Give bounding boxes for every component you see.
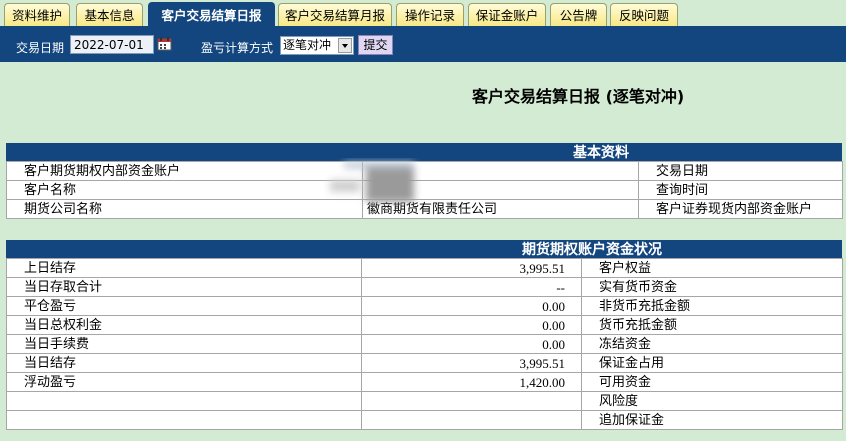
tab-monthly-settlement[interactable]: 客户交易结算月报 bbox=[278, 3, 392, 28]
row-value bbox=[362, 180, 639, 200]
row-value: 0.00 bbox=[361, 315, 582, 335]
row-label: 浮动盈亏 bbox=[6, 372, 362, 392]
funds-table: 上日结存 3,995.51 客户权益 当日存取合计 -- 实有货币资金 平仓盈亏 0.00 非货… bbox=[6, 258, 843, 430]
row-value bbox=[361, 391, 582, 411]
row-label: 当日结存 bbox=[6, 353, 362, 373]
row-label: 风险度 bbox=[581, 391, 843, 411]
table-row: 当日存取合计 -- 实有货币资金 bbox=[6, 277, 843, 297]
submit-button[interactable]: 提交 bbox=[358, 35, 393, 55]
row-value bbox=[361, 410, 582, 430]
tab-feedback[interactable]: 反映问题 bbox=[610, 3, 678, 28]
tab-daily-settlement[interactable]: 客户交易结算日报 bbox=[148, 2, 275, 29]
row-label: 客户期货期权内部资金账户 bbox=[6, 161, 363, 181]
basic-info-header: 基本资料 bbox=[6, 143, 842, 161]
row-label: 保证金占用 bbox=[581, 353, 843, 373]
row-label: 期货公司名称 bbox=[6, 199, 363, 219]
row-label: 客户名称 bbox=[6, 180, 363, 200]
table-row: 客户名称 查询时间 bbox=[6, 180, 843, 200]
calc-method-select[interactable]: 逐笔对冲 bbox=[280, 36, 354, 55]
row-label: 实有货币资金 bbox=[581, 277, 843, 297]
row-value: 1,420.00 bbox=[361, 372, 582, 392]
table-row: 当日总权利金 0.00 货币充抵金额 bbox=[6, 315, 843, 335]
table-row: 追加保证金 bbox=[6, 410, 843, 430]
chevron-down-icon[interactable] bbox=[338, 38, 352, 53]
row-value: 徽商期货有限责任公司 bbox=[362, 199, 639, 219]
row-value: 3,995.51 bbox=[361, 353, 582, 373]
row-label: 客户权益 bbox=[581, 258, 843, 278]
trade-date-label: 交易日期 bbox=[16, 41, 65, 55]
row-label: 可用资金 bbox=[581, 372, 843, 392]
row-value: 0.00 bbox=[361, 334, 582, 354]
calendar-icon[interactable] bbox=[157, 37, 172, 51]
basic-info-title: 基本资料 bbox=[573, 145, 629, 161]
tab-bar: 资料维护 基本信息 客户交易结算日报 客户交易结算月报 操作记录 保证金账户 公… bbox=[0, 0, 846, 29]
tab-bulletin[interactable]: 公告牌 bbox=[550, 3, 607, 28]
table-row: 平仓盈亏 0.00 非货币充抵金额 bbox=[6, 296, 843, 316]
table-row: 上日结存 3,995.51 客户权益 bbox=[6, 258, 843, 278]
query-toolbar: 交易日期 盈亏计算方式 逐笔对冲 提交 bbox=[0, 29, 846, 62]
row-value: 3,995.51 bbox=[361, 258, 582, 278]
row-label bbox=[6, 391, 362, 411]
calc-method-value: 逐笔对冲 bbox=[283, 38, 332, 52]
tab-basic-info[interactable]: 基本信息 bbox=[76, 3, 143, 28]
basic-info-table: 客户期货期权内部资金账户 交易日期 客户名称 查询时间 期货公司名称 徽商期货有… bbox=[6, 161, 843, 219]
row-label: 冻结资金 bbox=[581, 334, 843, 354]
row-label: 当日总权利金 bbox=[6, 315, 362, 335]
calc-method-label: 盈亏计算方式 bbox=[201, 41, 274, 55]
row-label: 平仓盈亏 bbox=[6, 296, 362, 316]
row-label: 客户证券现货内部资金账户 bbox=[638, 199, 843, 219]
tab-data-maintenance[interactable]: 资料维护 bbox=[4, 3, 70, 28]
row-label bbox=[6, 410, 362, 430]
tab-operation-log[interactable]: 操作记录 bbox=[396, 3, 464, 28]
row-label: 货币充抵金额 bbox=[581, 315, 843, 335]
row-label: 追加保证金 bbox=[581, 410, 843, 430]
row-label: 当日存取合计 bbox=[6, 277, 362, 297]
trade-date-input[interactable] bbox=[70, 35, 154, 54]
table-row: 客户期货期权内部资金账户 交易日期 bbox=[6, 161, 843, 181]
funds-title: 期货期权账户资金状况 bbox=[522, 242, 662, 258]
row-label: 上日结存 bbox=[6, 258, 362, 278]
row-label: 查询时间 bbox=[638, 180, 843, 200]
table-row: 风险度 bbox=[6, 391, 843, 411]
row-label: 交易日期 bbox=[638, 161, 843, 181]
funds-header: 期货期权账户资金状况 bbox=[6, 240, 842, 258]
row-value: 0.00 bbox=[361, 296, 582, 316]
table-row: 当日手续费 0.00 冻结资金 bbox=[6, 334, 843, 354]
table-row: 浮动盈亏 1,420.00 可用资金 bbox=[6, 372, 843, 392]
table-row: 期货公司名称 徽商期货有限责任公司 客户证券现货内部资金账户 bbox=[6, 199, 843, 219]
report-title: 客户交易结算日报 (逐笔对冲) bbox=[472, 87, 685, 106]
row-label: 非货币充抵金额 bbox=[581, 296, 843, 316]
table-row: 当日结存 3,995.51 保证金占用 bbox=[6, 353, 843, 373]
row-value bbox=[362, 161, 639, 181]
row-value: -- bbox=[361, 277, 582, 297]
tab-margin-account[interactable]: 保证金账户 bbox=[468, 3, 546, 28]
row-label: 当日手续费 bbox=[6, 334, 362, 354]
